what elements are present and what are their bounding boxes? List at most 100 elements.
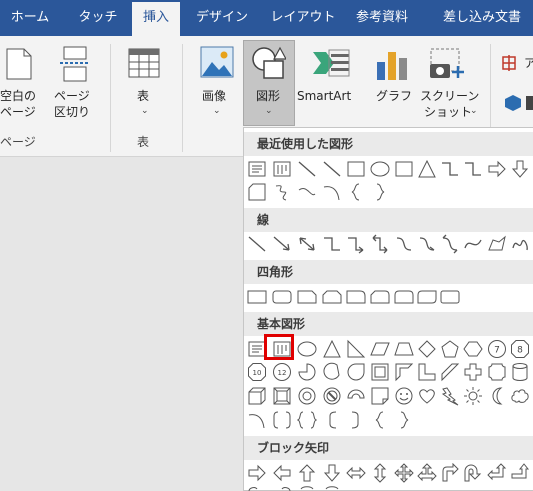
page-break-label-line2[interactable]: 区切り [54,104,90,120]
line-icon[interactable] [322,159,342,179]
addin-icon[interactable] [502,54,522,76]
curved-double-arrow-icon[interactable] [440,234,460,254]
chord-icon[interactable] [322,362,342,382]
triangle-icon[interactable] [322,339,342,359]
screenshot-chevron-icon[interactable]: ⌄ [470,106,478,116]
double-arrow-line-icon[interactable] [297,234,317,254]
screenshot-icon[interactable] [428,48,468,86]
right-arrow-icon[interactable] [487,159,507,179]
right-arrow-icon[interactable] [247,463,267,483]
frame-icon[interactable] [370,362,390,382]
smiley-face-icon[interactable] [394,386,414,406]
l-shape-icon[interactable] [417,362,437,382]
pentagon-icon[interactable] [440,339,460,359]
tab-references[interactable]: 参考資料 [352,0,412,36]
down-arrow-icon[interactable] [510,159,530,179]
shapes-chevron-icon[interactable]: ⌄ [265,106,273,116]
freeform-shape-icon[interactable] [487,234,507,254]
curved-left-arrow-icon[interactable] [272,485,292,491]
elbow-connector-icon[interactable] [440,159,460,179]
snip-same-side-icon[interactable] [322,287,342,307]
oval-icon[interactable] [297,339,317,359]
left-brace-icon[interactable] [346,182,366,202]
line-icon[interactable] [297,159,317,179]
elbow-connector-icon[interactable] [322,234,342,254]
rounded-rectangle-icon[interactable] [272,287,292,307]
tab-insert[interactable]: 挿入 [132,2,180,36]
moon-icon[interactable] [487,386,507,406]
triangle-icon[interactable] [417,159,437,179]
page-break-icon[interactable] [60,46,90,86]
smartart-label[interactable]: SmartArt [297,88,351,104]
block-arc-icon[interactable] [346,386,366,406]
blank-page-label-line1[interactable]: 空白の [0,88,36,104]
right-brace-icon[interactable] [394,410,414,430]
double-brace-icon[interactable] [297,410,317,430]
tab-home[interactable]: ホーム [6,0,54,36]
elbow-arrow-connector-icon[interactable] [346,234,366,254]
curved-right-arrow-icon[interactable] [247,485,267,491]
up-arrow-icon[interactable] [297,463,317,483]
left-right-up-arrow-icon[interactable] [417,463,437,483]
cube-icon[interactable] [247,386,267,406]
blank-page-icon[interactable] [6,48,32,84]
curved-connector-icon[interactable] [394,234,414,254]
image-chevron-icon[interactable]: ⌄ [213,106,221,116]
plaque-icon[interactable] [487,362,507,382]
table-label[interactable]: 表 [137,88,149,104]
curved-down-arrow-icon[interactable] [322,485,342,491]
right-triangle-icon[interactable] [346,339,366,359]
snip-round-corner-icon[interactable] [370,287,390,307]
down-arrow-icon[interactable] [322,463,342,483]
curved-up-arrow-icon[interactable] [297,485,317,491]
diagonal-stripe-icon[interactable] [440,362,460,382]
double-bracket-icon[interactable] [272,410,292,430]
parallelogram-icon[interactable] [370,339,390,359]
snip-corner-icon[interactable] [247,182,267,202]
media-icon[interactable] [504,94,522,116]
rectangle-icon[interactable] [247,287,267,307]
bent-up-arrow-icon[interactable] [510,463,530,483]
oval-icon[interactable] [370,159,390,179]
u-turn-arrow-icon[interactable] [463,463,483,483]
blank-page-label-line2[interactable]: ページ [0,104,36,120]
image-label[interactable]: 画像 [202,88,226,104]
shapes-icon[interactable] [250,46,288,84]
no-symbol-icon[interactable] [322,386,342,406]
heptagon-icon[interactable]: 7 [487,339,507,359]
chart-icon[interactable] [376,48,408,84]
scribble-icon[interactable] [510,234,530,254]
chart-label[interactable]: グラフ [376,88,412,104]
left-brace-icon[interactable] [370,410,390,430]
curve-icon[interactable] [297,182,317,202]
can-icon[interactable] [510,362,530,382]
screenshot-label-line2[interactable]: ショット [424,104,472,120]
right-brace-icon[interactable] [370,182,390,202]
pie-icon[interactable] [297,362,317,382]
tab-mailings[interactable]: 差し込み文書 [436,0,528,36]
elbow-double-arrow-icon[interactable] [370,234,390,254]
rounded-rectangle-icon[interactable] [440,287,460,307]
folded-corner-icon[interactable] [370,386,390,406]
heart-icon[interactable] [417,386,437,406]
round-single-corner-icon[interactable] [346,287,366,307]
trapezoid-icon[interactable] [394,339,414,359]
screenshot-label-line1[interactable]: スクリーン [420,88,479,104]
octagon-icon[interactable]: 8 [510,339,530,359]
bent-arrow-icon[interactable] [440,463,460,483]
freeform-scribble-icon[interactable] [272,182,292,202]
line-icon[interactable] [247,234,267,254]
lightning-bolt-icon[interactable] [440,386,460,406]
page-break-label-line1[interactable]: ページ [54,88,90,104]
snip-single-corner-icon[interactable] [297,287,317,307]
tab-touch[interactable]: タッチ [76,0,120,36]
table-chevron-icon[interactable]: ⌄ [141,106,149,116]
diamond-icon[interactable] [417,339,437,359]
image-icon[interactable] [200,46,234,82]
rectangle-icon[interactable] [394,159,414,179]
vertical-text-box-icon[interactable] [272,159,292,179]
quad-arrow-icon[interactable] [394,463,414,483]
bevel-icon[interactable] [272,386,292,406]
line-arrow-icon[interactable] [272,234,292,254]
cloud-icon[interactable] [510,386,530,406]
